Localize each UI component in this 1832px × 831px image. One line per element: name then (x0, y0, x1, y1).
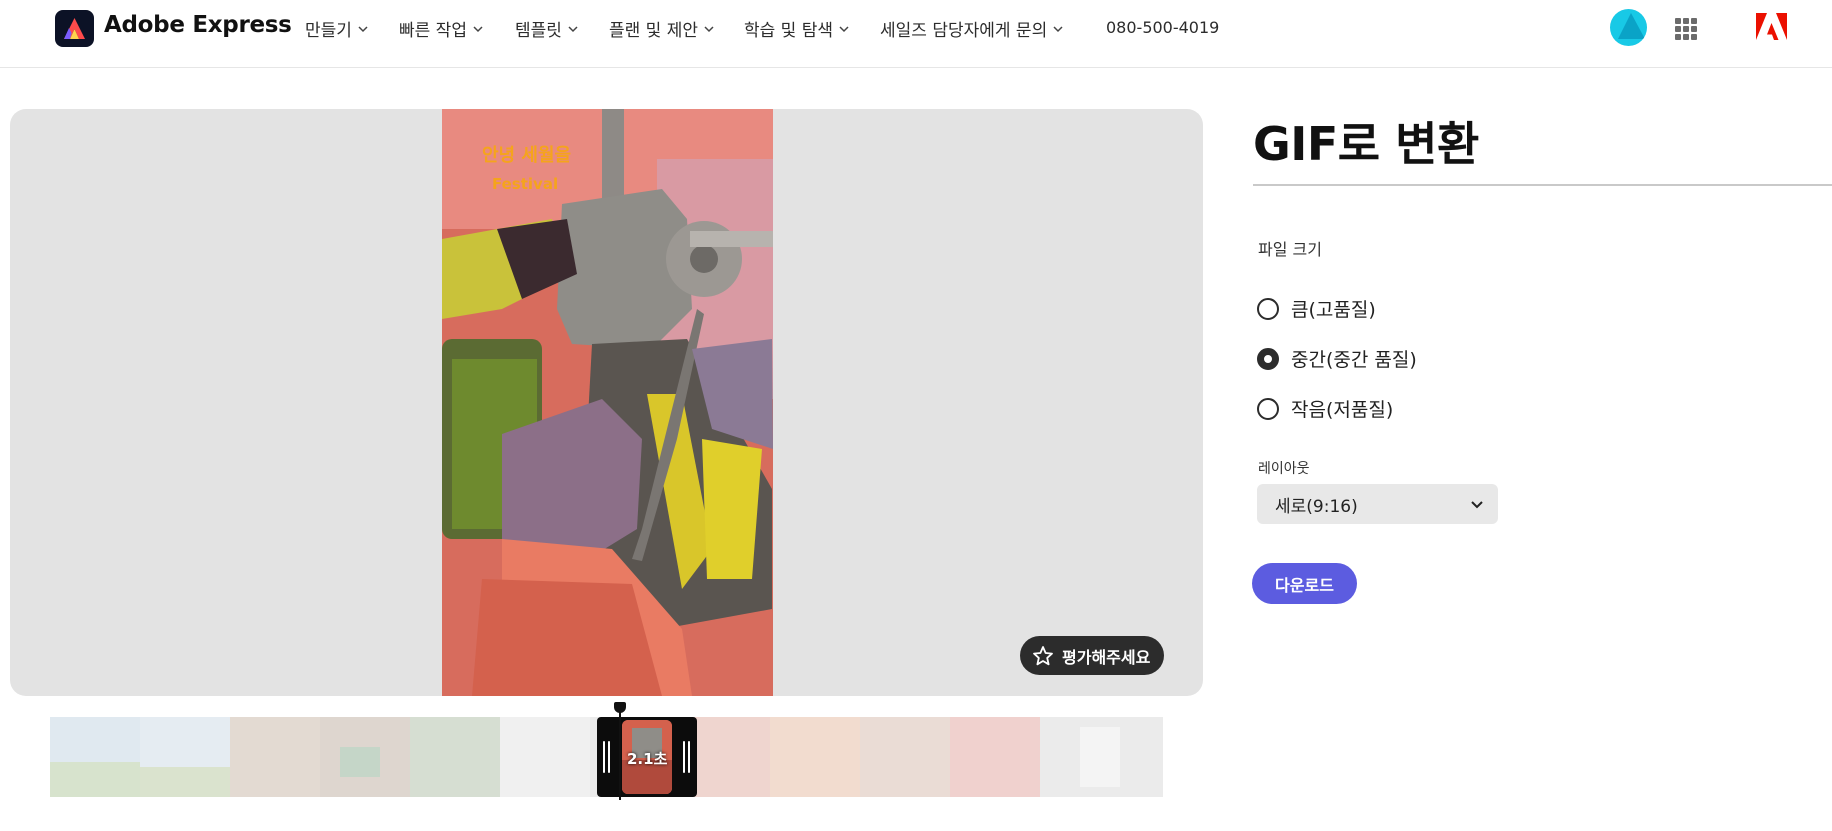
nav-create-label: 만들기 (305, 21, 352, 41)
clip-left-handle[interactable] (603, 741, 612, 773)
phone-number[interactable]: 080-500-4019 (1106, 18, 1219, 37)
size-option-medium-label: 중간(중간 품질) (1291, 349, 1417, 371)
chevron-down-icon (704, 25, 714, 32)
chevron-down-icon (568, 25, 578, 32)
clip-right-handle[interactable] (683, 741, 692, 773)
radio-large[interactable] (1257, 297, 1279, 320)
size-option-small-label: 작음(저품질) (1291, 399, 1394, 421)
size-option-small[interactable]: 작음(저품질) (1257, 395, 1393, 422)
video-overlay-line-2: Festival (492, 175, 558, 193)
layout-select[interactable]: 세로(9:16) (1257, 484, 1498, 524)
layout-label: 레이아웃 (1258, 461, 1310, 477)
size-option-large-label: 큼(고품질) (1291, 299, 1376, 321)
video-overlay-line-1: 안녕 세월을 (482, 145, 571, 166)
radio-small[interactable] (1257, 397, 1279, 420)
file-size-label: 파일 크기 (1258, 240, 1322, 259)
chevron-down-icon (1471, 501, 1483, 509)
size-option-large[interactable]: 큼(고품질) (1257, 295, 1376, 322)
nav-learn[interactable]: 학습 및 탐색 (744, 16, 850, 41)
nav-contact-sales[interactable]: 세일즈 담당자에게 문의 (880, 16, 1064, 41)
nav-quick-actions-label: 빠른 작업 (399, 21, 467, 41)
nav-contact-sales-label: 세일즈 담당자에게 문의 (880, 21, 1048, 41)
clip-duration: 2.1초 (627, 750, 668, 768)
nav-plans-label: 플랜 및 제안 (609, 21, 699, 41)
nav-create[interactable]: 만들기 (305, 16, 369, 41)
video-frame[interactable]: 안녕 세월을 Festival (442, 109, 773, 696)
adobe-logo-icon[interactable] (1756, 13, 1787, 40)
avatar[interactable] (1610, 9, 1647, 46)
rate-button-label: 평가해주세요 (1062, 647, 1151, 667)
playhead-handle[interactable] (614, 702, 626, 713)
nav-plans[interactable]: 플랜 및 제안 (609, 16, 715, 41)
nav-learn-label: 학습 및 탐색 (744, 21, 834, 41)
title-divider (1253, 184, 1832, 186)
radio-medium[interactable] (1257, 347, 1279, 370)
chevron-down-icon (839, 25, 849, 32)
nav-templates-label: 템플릿 (515, 21, 562, 41)
nav-quick-actions[interactable]: 빠른 작업 (399, 16, 484, 41)
layout-select-value: 세로(9:16) (1275, 496, 1358, 517)
rate-button[interactable]: 평가해주세요 (1020, 636, 1165, 675)
star-icon (1033, 645, 1053, 665)
chevron-down-icon (358, 25, 368, 32)
brand-name[interactable]: Adobe Express (104, 12, 292, 38)
top-nav-bar: Adobe Express 만들기 빠른 작업 템플릿 플랜 및 제안 학습 및… (0, 0, 1832, 68)
page-title: GIF로 변환 (1253, 117, 1479, 171)
nav-templates[interactable]: 템플릿 (515, 16, 579, 41)
playhead[interactable] (619, 702, 621, 800)
preview-canvas: 안녕 세월을 Festival (10, 109, 1203, 696)
chevron-down-icon (473, 25, 483, 32)
download-button[interactable]: 다운로드 (1252, 563, 1357, 604)
apps-grid-icon[interactable] (1675, 18, 1697, 40)
express-logo-icon[interactable] (55, 10, 94, 47)
size-option-medium[interactable]: 중간(중간 품질) (1257, 345, 1417, 372)
chevron-down-icon (1053, 25, 1063, 32)
